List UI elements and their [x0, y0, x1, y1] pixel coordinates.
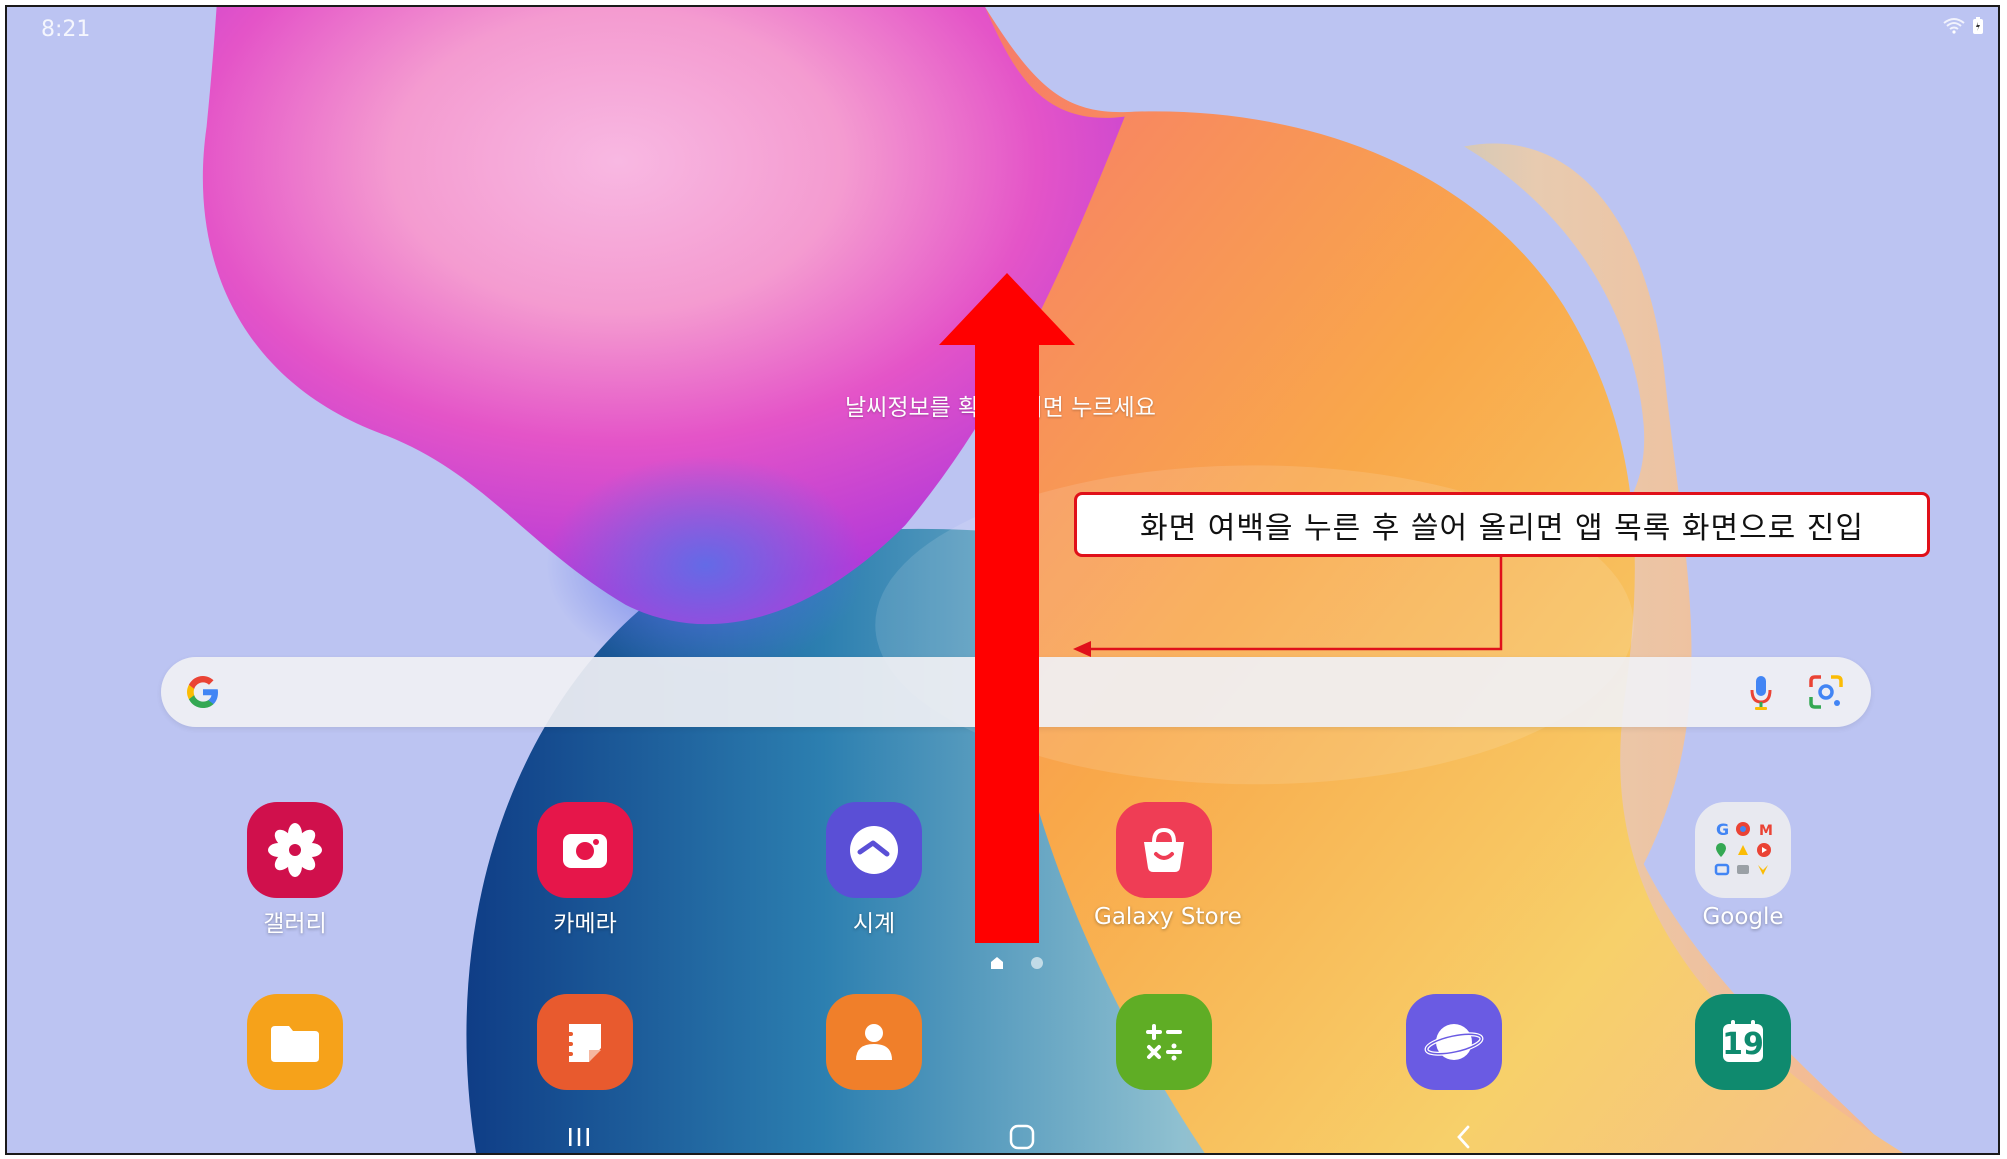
annotation-callout: 화면 여백을 누른 후 쓸어 올리면 앱 목록 화면으로 진입 [1074, 492, 1930, 557]
tablet-screen: 8:21 날씨정보를 확인하려면 누르세요 [5, 5, 2000, 1155]
swipe-up-arrow-icon [939, 273, 1075, 943]
